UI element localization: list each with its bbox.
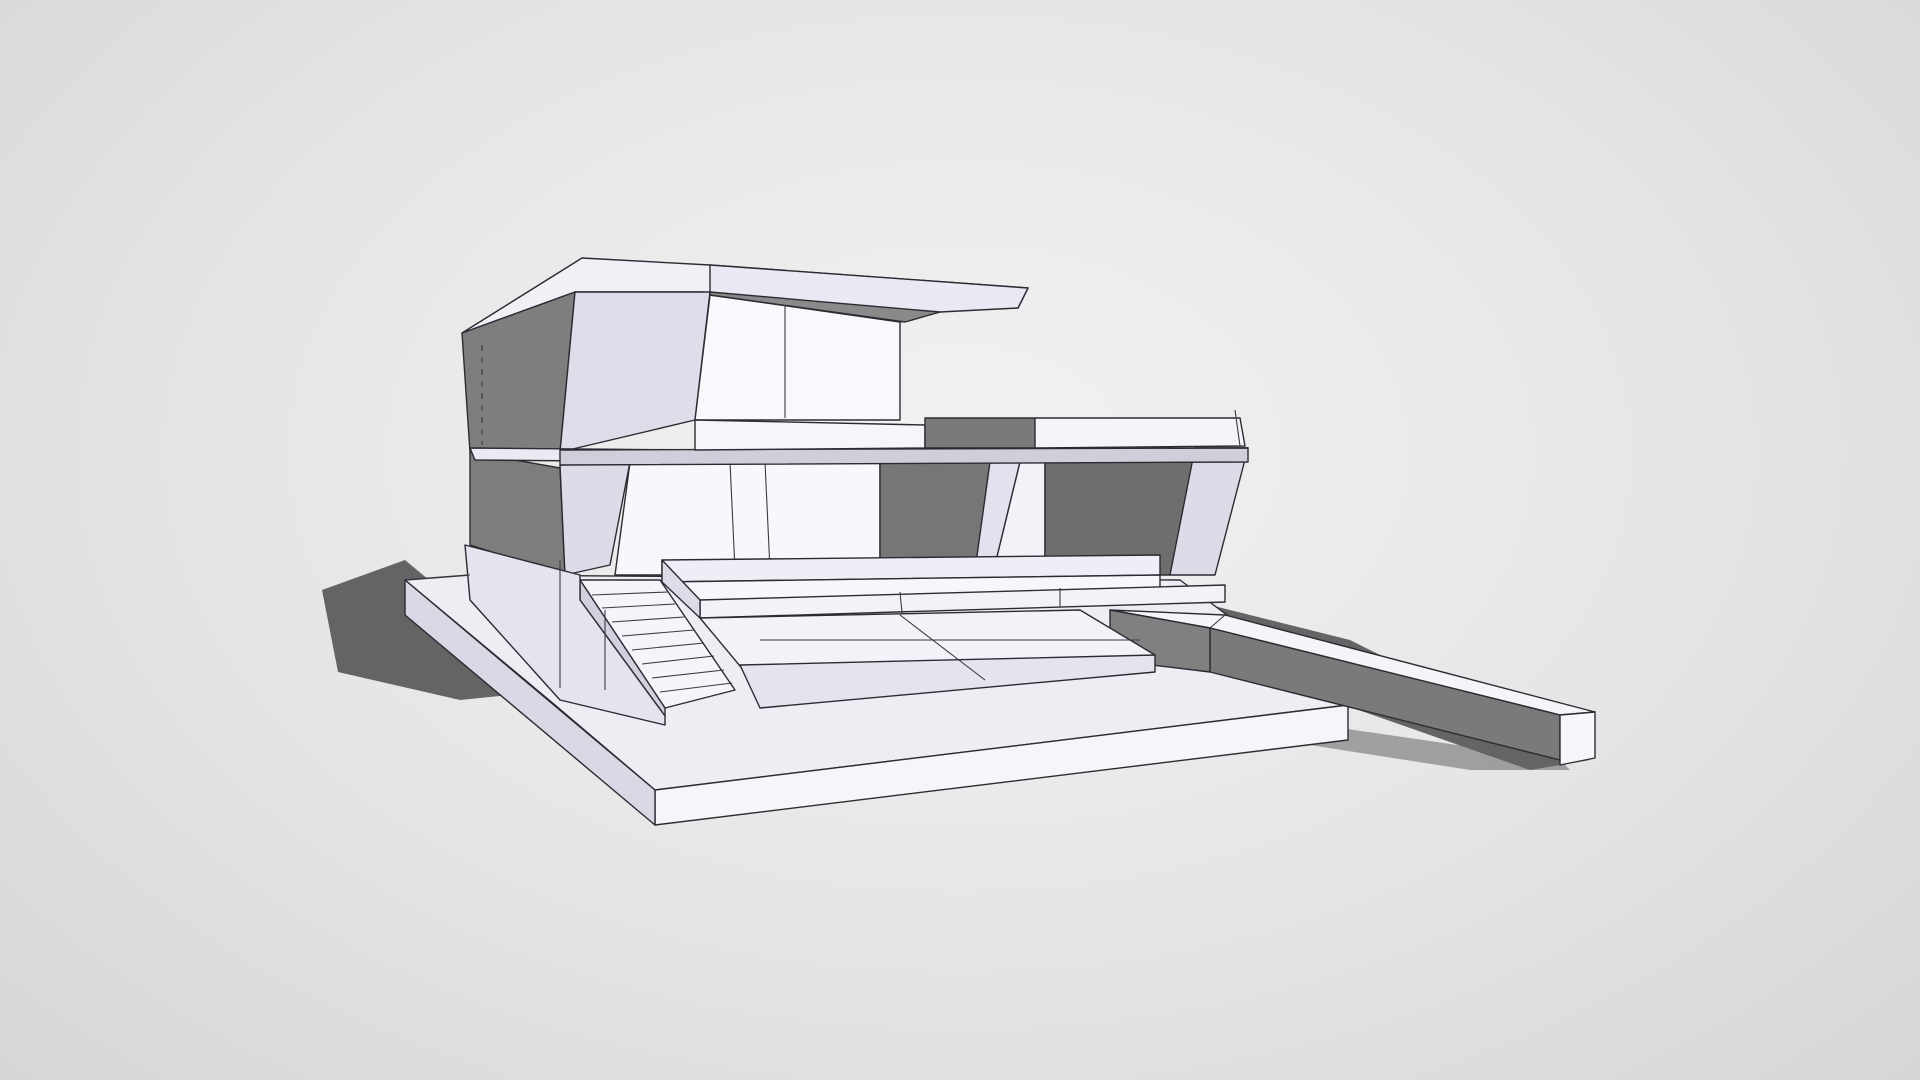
house-model[interactable] — [0, 0, 1920, 1080]
3d-viewport[interactable] — [0, 0, 1920, 1080]
